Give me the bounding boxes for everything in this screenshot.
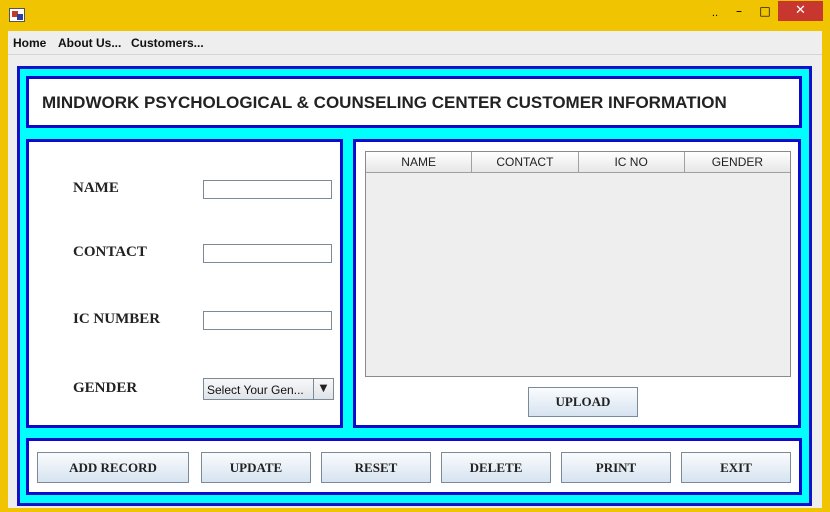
chevron-down-icon[interactable]: ▼	[313, 379, 333, 399]
name-input[interactable]	[203, 180, 332, 199]
menu-item-home[interactable]: Home	[13, 36, 46, 50]
menu-item-customers[interactable]: Customers...	[131, 36, 204, 50]
update-button[interactable]: UPDATE	[201, 452, 311, 483]
title-panel: MINDWORK PSYCHOLOGICAL & COUNSELING CENT…	[26, 76, 802, 128]
gender-select-value: Select Your Gen...	[207, 383, 304, 397]
menu-bar: Home About Us... Customers...	[8, 31, 822, 55]
ic-number-input[interactable]	[203, 311, 332, 330]
customer-table-panel: NAME CONTACT IC NO GENDER UPLOAD	[353, 139, 801, 428]
page-title: MINDWORK PSYCHOLOGICAL & COUNSELING CENT…	[42, 93, 727, 112]
java-app-icon[interactable]	[9, 8, 25, 22]
minimize-button[interactable]: –	[728, 0, 750, 22]
column-header-ic-no[interactable]: IC NO	[578, 152, 685, 173]
reset-button[interactable]: RESET	[321, 452, 431, 483]
ic-number-label: IC NUMBER	[73, 311, 161, 327]
column-header-name[interactable]: NAME	[366, 152, 473, 173]
action-bar: ADD RECORD UPDATE RESET DELETE PRINT EXI…	[26, 438, 802, 495]
window-titlebar: .. – □ ✕	[0, 0, 830, 30]
add-record-button[interactable]: ADD RECORD	[37, 452, 189, 483]
upload-button[interactable]: UPLOAD	[528, 387, 638, 417]
table-header: NAME CONTACT IC NO GENDER	[366, 152, 790, 173]
menu-item-about-us[interactable]: About Us...	[58, 36, 121, 50]
restore-icon[interactable]: ..	[706, 0, 724, 22]
column-header-gender[interactable]: GENDER	[684, 152, 790, 173]
maximize-button[interactable]: □	[754, 0, 776, 22]
delete-button[interactable]: DELETE	[441, 452, 551, 483]
contact-input[interactable]	[203, 244, 332, 263]
contact-label: CONTACT	[73, 244, 147, 260]
gender-label: GENDER	[73, 380, 138, 396]
column-header-contact[interactable]: CONTACT	[472, 152, 579, 173]
customer-table[interactable]: NAME CONTACT IC NO GENDER	[365, 151, 791, 377]
exit-button[interactable]: EXIT	[681, 452, 791, 483]
close-button[interactable]: ✕	[778, 1, 823, 21]
gender-select[interactable]: Select Your Gen... ▼	[203, 378, 334, 400]
print-button[interactable]: PRINT	[561, 452, 671, 483]
name-label: NAME	[73, 180, 119, 196]
customer-form: NAME CONTACT IC NUMBER GENDER Select You…	[26, 139, 343, 428]
